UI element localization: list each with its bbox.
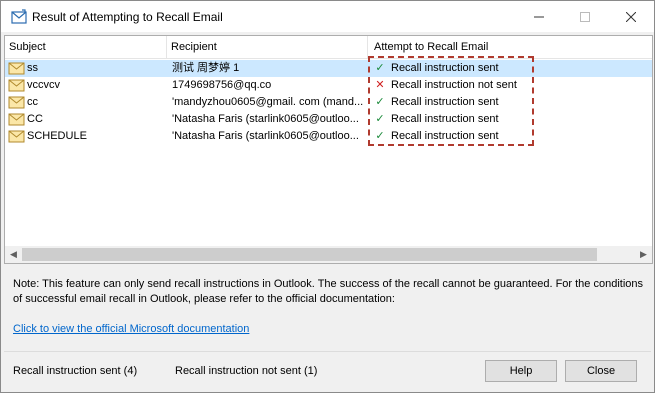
envelope-icon [8,113,25,126]
envelope-icon [8,79,25,92]
column-header-subject[interactable]: Subject [5,36,167,58]
subject-cell: vccvcv [27,79,60,91]
recipient-cell: 'Natasha Faris (starlink0605@outloo... [172,113,359,125]
minimize-button[interactable] [516,1,562,32]
close-icon [626,11,636,22]
sent-count-label: Recall instruction sent (4) [13,365,138,377]
column-header-attempt[interactable]: Attempt to Recall Email [368,36,652,58]
recipient-cell: 测试 周梦婷 1 [172,62,240,74]
divider [4,351,651,352]
minimize-icon [534,16,544,17]
envelope-icon [8,130,25,143]
table-row[interactable]: vccvcv 1749698756@qq.co ✕ Recall instructio… [5,77,652,94]
attempt-status-cell: Recall instruction sent [391,130,499,142]
cross-icon: ✕ [375,79,385,91]
recipient-cell: 1749698756@qq.co [172,79,272,91]
subject-cell: ss [27,62,38,74]
attempt-status-cell: Recall instruction not sent [391,79,517,91]
table-row[interactable]: cc 'mandyzhou0605@gmail. com (mand... ✓ Rec… [5,94,652,111]
not-sent-count-label: Recall instruction not sent (1) [175,365,318,377]
checkmark-icon: ✓ [375,113,385,125]
envelope-icon [8,96,25,109]
scroll-left-icon[interactable]: ◀ [5,246,22,263]
recipient-cell: 'Natasha Faris (starlink0605@outloo... [172,130,359,142]
close-button[interactable]: Close [565,360,637,382]
close-window-button[interactable] [608,1,654,32]
email-recall-icon [11,9,27,24]
results-table[interactable]: Subject Recipient Attempt to Recall Emai… [4,35,653,264]
subject-cell: cc [27,96,38,108]
window-title: Result of Attempting to Recall Email [32,10,223,24]
table-header: Subject Recipient Attempt to Recall Emai… [5,36,652,59]
scrollbar-thumb[interactable] [22,248,597,261]
checkmark-icon: ✓ [375,96,385,108]
official-documentation-link[interactable]: Click to view the official Microsoft doc… [13,323,249,335]
attempt-status-cell: Recall instruction sent [391,113,499,125]
table-row[interactable]: CC 'Natasha Faris (starlink0605@outloo...… [5,111,652,128]
recall-note: Note: This feature can only send recall … [13,278,644,305]
checkmark-icon: ✓ [375,130,385,142]
table-row[interactable]: ss 测试 周梦婷 1 ✓ Recall instruction sent [5,60,652,77]
horizontal-scrollbar[interactable]: ◀ ▶ [5,246,652,263]
column-header-recipient[interactable]: Recipient [167,36,368,58]
scroll-right-icon[interactable]: ▶ [635,246,652,263]
attempt-status-cell: Recall instruction sent [391,96,499,108]
recall-result-dialog: Result of Attempting to Recall Email Sub… [0,0,655,393]
table-row[interactable]: SCHEDULE 'Natasha Faris (starlink0605@out… [5,128,652,145]
maximize-button[interactable] [562,1,608,32]
envelope-icon [8,62,25,75]
title-bar: Result of Attempting to Recall Email [1,1,654,32]
subject-cell: CC [27,113,43,125]
attempt-status-cell: Recall instruction sent [391,62,499,74]
maximize-icon [580,11,590,22]
checkmark-icon: ✓ [375,62,385,74]
help-button[interactable]: Help [485,360,557,382]
subject-cell: SCHEDULE [27,130,87,142]
recipient-cell: 'mandyzhou0605@gmail. com (mand... [172,96,364,108]
